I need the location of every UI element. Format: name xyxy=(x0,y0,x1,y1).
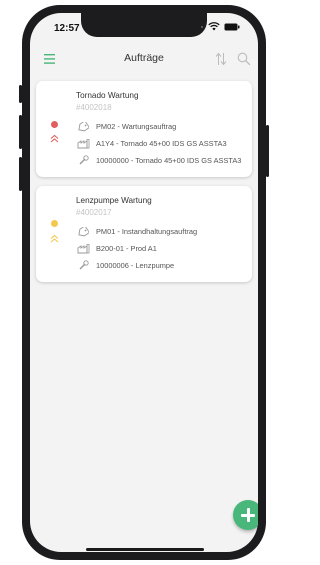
order-card[interactable]: Lenzpumpe Wartung #4002017 PM01 - Instan… xyxy=(36,186,252,282)
app-screen: 12:57 Aufträge Tornado Wartung #4002018 … xyxy=(30,13,258,552)
order-equipment: 10000000 - Tornado 45+00 IDS GS ASSTA3 xyxy=(96,156,242,165)
order-title: Tornado Wartung xyxy=(76,91,139,100)
order-card[interactable]: Tornado Wartung #4002018 PM02 - Wartungs… xyxy=(36,81,252,177)
dots-icon xyxy=(201,25,203,28)
status-dot xyxy=(51,220,58,227)
status-dot xyxy=(51,121,58,128)
wifi-icon xyxy=(208,22,220,31)
factory-icon xyxy=(76,243,90,254)
nav-bar: Aufträge xyxy=(30,48,258,72)
volume-up-button xyxy=(19,115,22,149)
order-title: Lenzpumpe Wartung xyxy=(76,196,152,205)
power-button xyxy=(266,125,269,177)
status-icons xyxy=(200,22,240,31)
home-indicator xyxy=(86,548,204,551)
order-id: #4002018 xyxy=(76,103,112,112)
order-type-row: PM02 - Wartungsauftrag xyxy=(76,121,248,132)
order-type: PM01 - Instandhaltungsauftrag xyxy=(96,227,198,236)
order-equipment-row: 10000006 - Lenzpumpe xyxy=(76,260,248,271)
priority-medium-icon xyxy=(50,234,59,243)
order-location: B200-01 - Prod A1 xyxy=(96,244,157,253)
volume-down-button xyxy=(19,157,22,191)
order-equipment: 10000006 - Lenzpumpe xyxy=(96,261,175,270)
order-location: A1Y4 - Tornado 45+00 IDS GS ASSTA3 xyxy=(96,139,227,148)
wrench-icon xyxy=(76,155,90,166)
order-type: PM02 - Wartungsauftrag xyxy=(96,122,177,131)
phone-frame: 12:57 Aufträge Tornado Wartung #4002018 … xyxy=(19,5,269,560)
order-location-row: B200-01 - Prod A1 xyxy=(76,243,248,254)
search-icon[interactable] xyxy=(237,52,251,66)
battery-icon xyxy=(224,23,240,30)
order-type-row: PM01 - Instandhaltungsauftrag xyxy=(76,226,248,237)
mute-switch xyxy=(19,85,22,103)
factory-icon xyxy=(76,138,90,149)
add-order-button[interactable] xyxy=(233,500,258,530)
tag-icon xyxy=(76,226,90,237)
order-equipment-row: 10000000 - Tornado 45+00 IDS GS ASSTA3 xyxy=(76,155,248,166)
wrench-icon xyxy=(76,260,90,271)
order-id: #4002017 xyxy=(76,208,112,217)
priority-high-icon xyxy=(50,134,59,143)
notch xyxy=(81,13,207,37)
sort-icon[interactable] xyxy=(215,52,227,66)
status-time: 12:57 xyxy=(54,23,80,34)
order-location-row: A1Y4 - Tornado 45+00 IDS GS ASSTA3 xyxy=(76,138,248,149)
tag-icon xyxy=(76,121,90,132)
